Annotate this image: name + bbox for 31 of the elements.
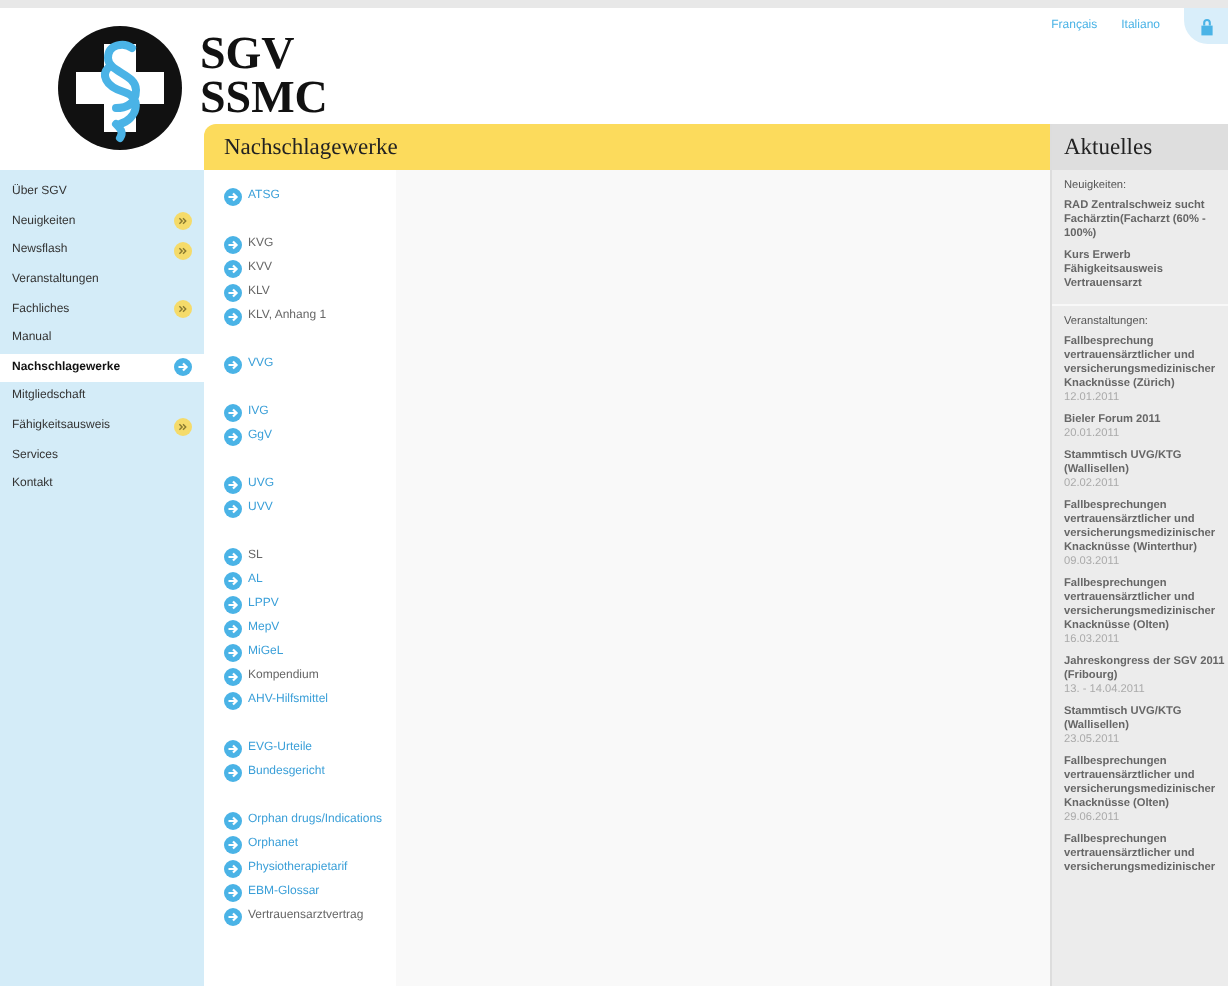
arrow-circle-icon [224, 691, 242, 709]
arrow-circle-icon [224, 859, 242, 877]
site-title: SSMC [200, 76, 328, 120]
arrow-circle-icon [224, 667, 242, 685]
arrow-circle-icon [224, 739, 242, 757]
arrow-circle-icon [224, 835, 242, 853]
arrow-circle-icon [224, 307, 242, 325]
site-title: SGV [200, 32, 295, 76]
arrow-circle-icon [224, 619, 242, 637]
arrow-circle-icon [224, 259, 242, 277]
arrow-circle-icon [224, 763, 242, 781]
arrow-circle-icon [224, 907, 242, 925]
lock-icon[interactable] [1184, 8, 1228, 44]
arrow-circle-icon [224, 811, 242, 829]
arrow-circle-icon [224, 475, 242, 493]
logo-icon [56, 24, 184, 152]
arrow-circle-icon [224, 283, 242, 301]
arrow-circle-icon [224, 355, 242, 373]
arrow-circle-icon [224, 187, 242, 205]
arrow-circle-icon [224, 499, 242, 517]
aside-title: Aktuelles [1064, 135, 1153, 159]
section-title: Nachschlagewerke [224, 135, 398, 159]
arrow-circle-icon [224, 595, 242, 613]
arrow-circle-icon [224, 235, 242, 253]
arrow-circle-icon [224, 571, 242, 589]
arrow-circle-icon [224, 883, 242, 901]
arrow-circle-icon [224, 403, 242, 421]
arrow-circle-icon [224, 427, 242, 445]
arrow-circle-icon [224, 643, 242, 661]
arrow-circle-icon [174, 358, 192, 377]
arrow-circle-icon [224, 547, 242, 565]
